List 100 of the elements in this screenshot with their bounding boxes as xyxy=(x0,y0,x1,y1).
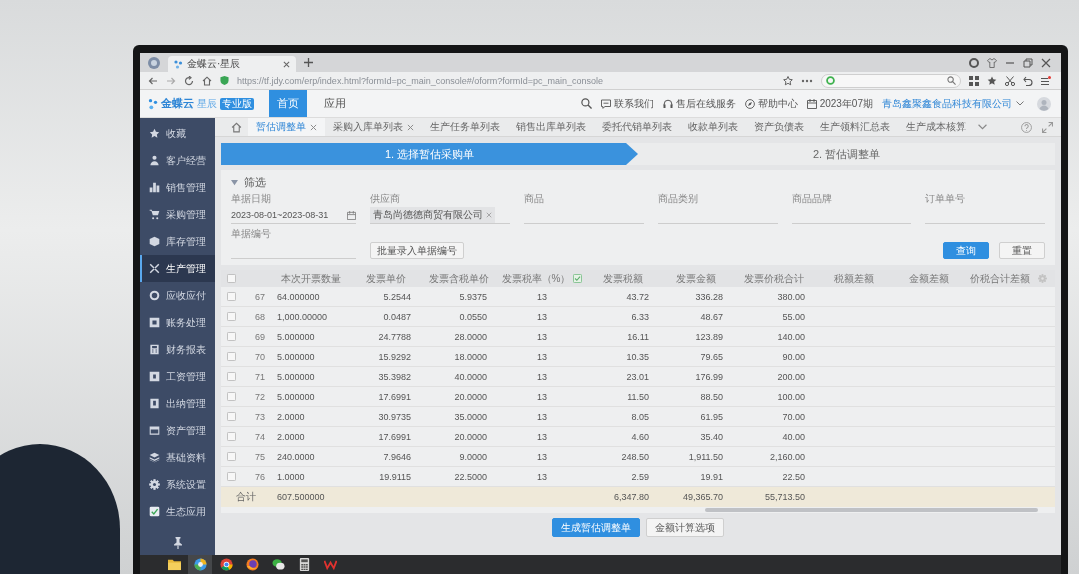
scrollbar-thumb[interactable] xyxy=(704,508,1039,512)
undo-icon[interactable] xyxy=(1023,75,1033,86)
calendar-icon xyxy=(347,210,356,220)
scissors-icon[interactable] xyxy=(1005,75,1015,86)
plus-icon[interactable] xyxy=(304,58,313,67)
table-cell-text: 22.5000 xyxy=(453,471,488,482)
avatar-icon[interactable] xyxy=(1037,96,1051,111)
options-button[interactable]: 金额计算选项 xyxy=(646,518,724,537)
star-icon[interactable] xyxy=(783,75,793,86)
query-button[interactable]: 查询 xyxy=(943,242,989,259)
forward-arrow-icon[interactable] xyxy=(166,75,176,86)
sidebar-item[interactable]: 应收应付 xyxy=(140,282,215,309)
help-icon[interactable] xyxy=(1021,121,1032,133)
sidebar-item[interactable]: 基础资料 xyxy=(140,444,215,471)
header-checkbox[interactable] xyxy=(226,274,236,283)
sidebar-item[interactable]: 收藏 xyxy=(140,120,215,147)
date-field[interactable]: 2023-08-01~2023-08-31 xyxy=(231,207,356,224)
expand-icon[interactable] xyxy=(1042,121,1053,133)
close-icon[interactable] xyxy=(407,123,414,131)
step: 1. 选择暂估采购单 xyxy=(221,143,638,165)
select-field[interactable]: 青岛尚德德商贸有限公司 xyxy=(370,207,510,224)
period-selector[interactable]: 2023年07期 xyxy=(806,96,873,111)
calculator-icon[interactable] xyxy=(297,558,311,571)
table-cell-text: 5.000000 xyxy=(276,371,316,382)
header-link[interactable]: 联系我们 xyxy=(600,96,654,111)
tab[interactable]: 生产任务单列表 xyxy=(422,118,508,136)
close-icon[interactable] xyxy=(310,123,317,131)
tab[interactable]: 生产领料汇总表 xyxy=(812,118,898,136)
sidebar-item[interactable]: 财务报表 xyxy=(140,336,215,363)
tab[interactable]: 暂估调整单 xyxy=(248,118,325,136)
row-checkbox[interactable] xyxy=(226,452,236,461)
total-cell-text: 55,713.50 xyxy=(763,492,806,502)
zigzag-icon[interactable] xyxy=(323,558,337,571)
sidebar-item[interactable]: 库存管理 xyxy=(140,228,215,255)
reload-icon[interactable] xyxy=(184,75,194,86)
table-cell-text: 1,911.50 xyxy=(687,451,724,462)
tab[interactable]: 生产成本核算 xyxy=(898,118,974,136)
segmented-ring-icon[interactable] xyxy=(219,558,233,571)
sidebar-item[interactable]: 出纳管理 xyxy=(140,390,215,417)
sidebar-item[interactable]: 系统设置 xyxy=(140,471,215,498)
row-checkbox[interactable] xyxy=(226,392,236,401)
close-icon[interactable] xyxy=(283,60,290,68)
row-checkbox[interactable] xyxy=(226,432,236,441)
segmented-ring-icon[interactable] xyxy=(193,558,207,571)
back-arrow-icon[interactable] xyxy=(148,75,158,86)
generate-button[interactable]: 生成暂估调整单 xyxy=(552,518,640,537)
row-checkbox[interactable] xyxy=(226,412,236,421)
pin-icon[interactable] xyxy=(171,537,184,549)
circle-icon[interactable] xyxy=(148,56,160,69)
table-cell-text: 35.0000 xyxy=(453,411,488,422)
browser-search-field[interactable] xyxy=(821,73,961,88)
shirt-icon[interactable] xyxy=(987,57,997,68)
company-selector[interactable]: 青岛鑫聚鑫食品科技有限公司 xyxy=(882,96,1024,111)
table-cell-text: 336.28 xyxy=(694,291,724,302)
browser-tab[interactable]: 金蝶云·星辰 xyxy=(168,56,296,72)
tab[interactable]: 销售出库单列表 xyxy=(508,118,594,136)
sidebar-item[interactable]: 销售管理 xyxy=(140,174,215,201)
tab[interactable]: 收款单列表 xyxy=(680,118,746,136)
nav-tab[interactable]: 首页 xyxy=(269,90,307,117)
sidebar-item[interactable]: 生态应用 xyxy=(140,498,215,525)
tab[interactable]: 委托代销单列表 xyxy=(594,118,680,136)
row-checkbox[interactable] xyxy=(226,312,236,321)
search-icon[interactable] xyxy=(580,98,592,109)
header-link[interactable]: 售后在线服务 xyxy=(662,96,736,111)
sidebar-item[interactable]: 采购管理 xyxy=(140,201,215,228)
grid-icon[interactable] xyxy=(969,75,979,86)
caret-down-icon[interactable] xyxy=(231,178,238,186)
table-cell-text: 19.9115 xyxy=(378,471,412,482)
more-icon[interactable] xyxy=(801,78,813,83)
tab[interactable]: 采购入库单列表 xyxy=(325,118,422,136)
check-square-icon[interactable] xyxy=(573,274,583,283)
header-link[interactable]: 帮助中心 xyxy=(744,96,798,111)
sidebar-item[interactable]: 生产管理 xyxy=(140,255,215,282)
row-checkbox[interactable] xyxy=(226,372,236,381)
row-checkbox[interactable] xyxy=(226,472,236,481)
ring-icon[interactable] xyxy=(969,57,979,68)
menu-icon[interactable] xyxy=(1041,75,1051,86)
close-icon[interactable] xyxy=(1041,57,1051,68)
chat-bubbles-icon[interactable] xyxy=(271,558,285,571)
reset-button[interactable]: 重置 xyxy=(999,242,1045,259)
row-checkbox[interactable] xyxy=(226,352,236,361)
sidebar-item[interactable]: 客户经营 xyxy=(140,147,215,174)
restore-icon[interactable] xyxy=(1023,57,1033,68)
home-icon[interactable] xyxy=(202,75,212,86)
folder-icon[interactable] xyxy=(167,558,181,571)
row-checkbox[interactable] xyxy=(226,332,236,341)
total-cell-text: 6,347.80 xyxy=(612,492,650,502)
sidebar-item[interactable]: 工资管理 xyxy=(140,363,215,390)
search-icon[interactable] xyxy=(947,76,956,85)
globe-icon[interactable] xyxy=(245,558,259,571)
row-checkbox[interactable] xyxy=(226,292,236,301)
nav-tab[interactable]: 应用 xyxy=(316,90,354,117)
star-icon[interactable] xyxy=(987,75,997,86)
sidebar-item[interactable]: 账务处理 xyxy=(140,309,215,336)
home-icon[interactable] xyxy=(231,121,242,133)
sidebar-item[interactable]: 资产管理 xyxy=(140,417,215,444)
batch-entry-button[interactable]: 批量录入单据编号 xyxy=(370,242,464,259)
table-cell-text: 43.72 xyxy=(625,291,650,302)
tab[interactable]: 资产负债表 xyxy=(746,118,812,136)
chevron-down-icon[interactable] xyxy=(978,124,987,130)
